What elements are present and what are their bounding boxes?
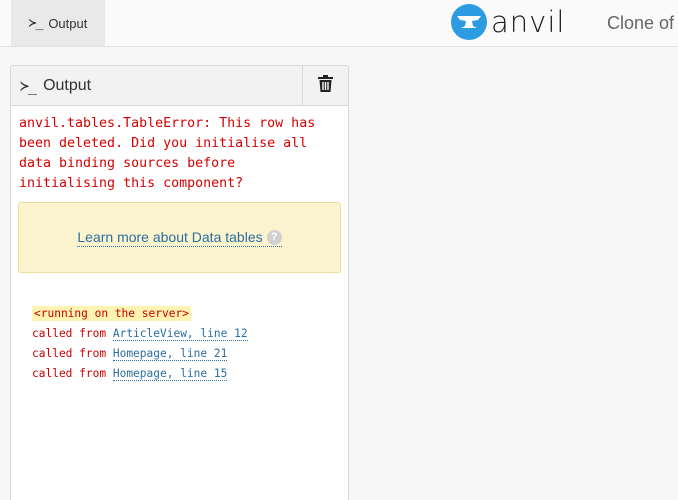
traceback-link[interactable]: Homepage, line 21 [112,347,228,361]
traceback: <running on the server> called from Arti… [32,304,248,384]
traceback-frame: called from ArticleView, line 12 [32,324,248,344]
traceback-frame: called from Homepage, line 21 [32,344,248,364]
error-line: data binding sources before [19,156,236,171]
help-icon: ? [266,229,282,245]
logo-wordmark: anvil [491,5,566,39]
output-panel-header: ≻_ Output [11,66,348,106]
server-note: <running on the server> [32,306,191,321]
help-box: Learn more about Data tables ? [18,202,341,273]
called-from-label: called from [32,327,107,340]
tab-output[interactable]: ≻_ Output [11,0,105,46]
error-line: anvil.tables.TableError: This row has [19,116,316,131]
error-message: anvil.tables.TableError: This row has be… [19,114,339,194]
output-panel: ≻_ Output anvil.tables.TableError: This … [10,65,349,500]
top-bar: ≻_ Output anvil Clone of [0,0,678,47]
panel-title: Output [43,76,92,94]
terminal-prompt-icon: ≻_ [20,76,37,95]
learn-more-link[interactable]: Learn more about Data tables ? [77,228,282,247]
error-line: initialising this component? [19,176,244,191]
anvil-logo[interactable]: anvil [451,4,565,40]
anvil-logo-icon [451,4,487,40]
traceback-link[interactable]: Homepage, line 15 [112,367,228,381]
tab-output-label: Output [48,15,88,31]
traceback-server-line: <running on the server> [32,304,248,324]
traceback-frame: called from Homepage, line 15 [32,364,248,384]
called-from-label: called from [32,347,107,360]
traceback-link[interactable]: ArticleView, line 12 [112,327,248,341]
error-line: been deleted. Did you initialise all [19,136,308,151]
called-from-label: called from [32,367,107,380]
trash-icon [318,74,333,97]
learn-more-label: Learn more about Data tables [77,228,263,245]
clear-output-button[interactable] [302,66,348,105]
terminal-prompt-icon: ≻_ [28,15,44,31]
app-title: Clone of [607,13,675,33]
